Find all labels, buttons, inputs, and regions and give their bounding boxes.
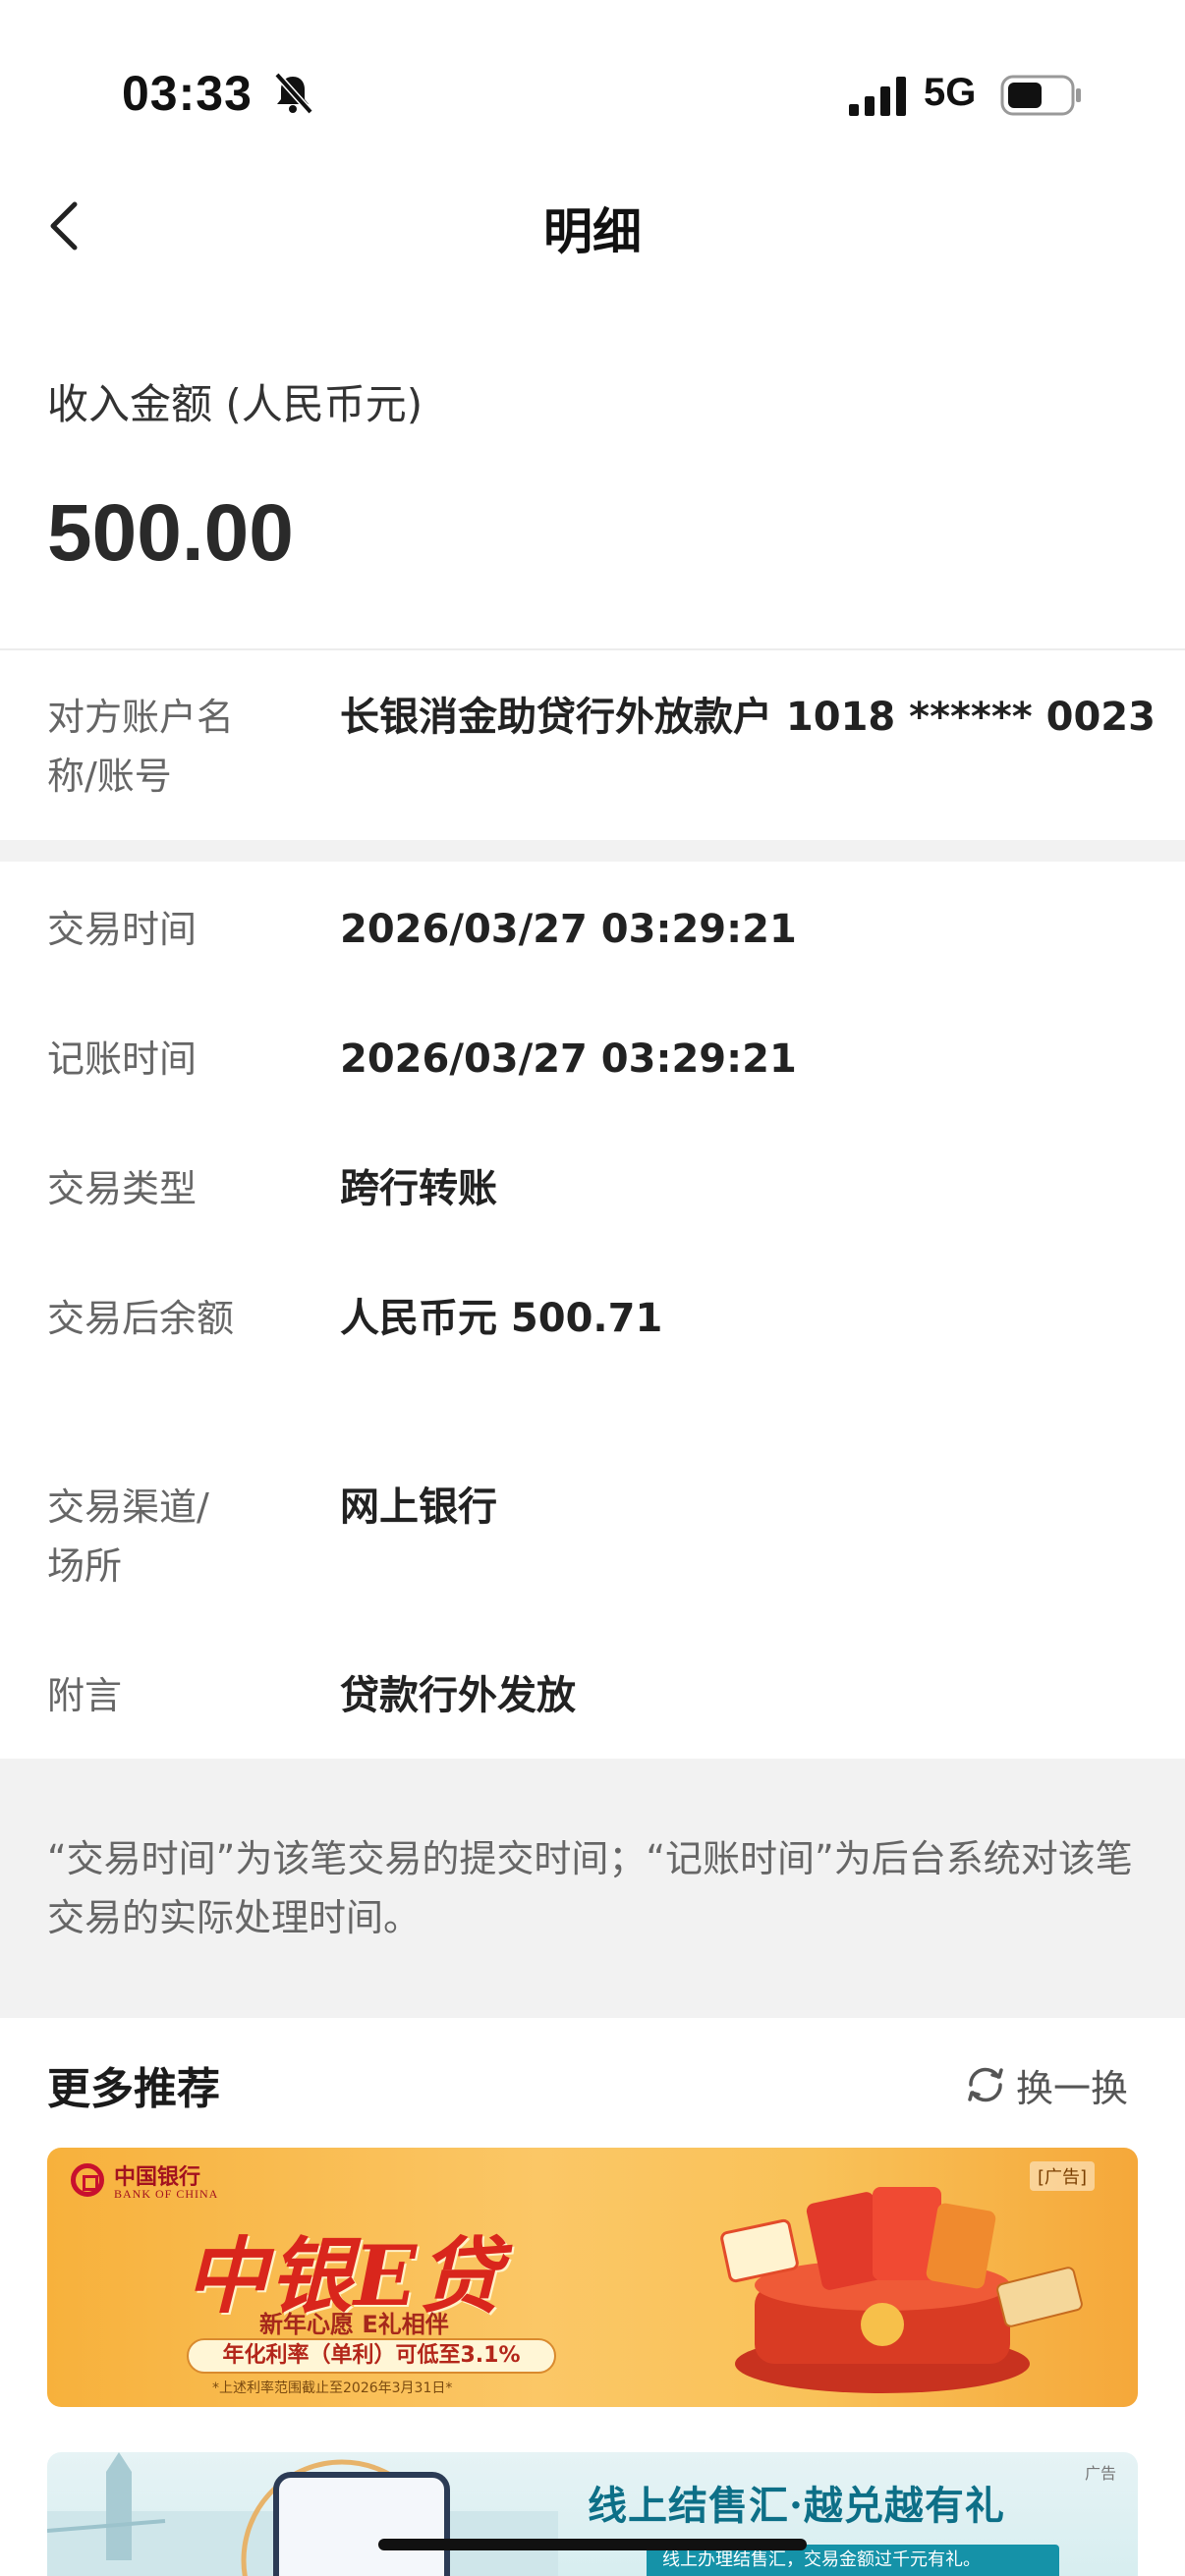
- note-text: “交易时间”为该笔交易的提交时间；“记账时间”为后台系统对该笔交易的实际处理时间…: [47, 1837, 1133, 1939]
- bank-logo-icon: [71, 2163, 104, 2197]
- detail-label: 记账时间: [47, 1037, 198, 1081]
- recommend-title: 更多推荐: [47, 2064, 220, 2114]
- amount-label: 收入金额 (人民币元): [47, 380, 423, 428]
- detail-label: 交易类型: [47, 1167, 198, 1210]
- network-label: 5G: [924, 71, 977, 114]
- detail-value: 2026/03/27 03:29:21: [340, 1036, 797, 1082]
- detail-value: 贷款行外发放: [340, 1673, 576, 1718]
- detail-label: 附言: [47, 1674, 123, 1717]
- detail-value: 网上银行: [340, 1484, 497, 1530]
- banner-title: 线上结售汇·越兑越有礼: [588, 2483, 1005, 2529]
- phone-mockup: [273, 2472, 450, 2576]
- bank-name-en: BANK OF CHINA: [114, 2187, 219, 2201]
- banner-footnote: *上述利率范围截止至2026年3月31日*: [212, 2380, 453, 2396]
- refresh-label: 换一换: [1016, 2066, 1129, 2110]
- detail-value: 2026/03/27 03:29:21: [340, 907, 797, 952]
- signal-icon: [849, 77, 906, 116]
- section-divider: [0, 840, 1185, 862]
- battery-icon: [1000, 75, 1081, 116]
- detail-value: 跨行转账: [340, 1166, 497, 1211]
- gift-box-icon: [720, 2187, 1083, 2393]
- fx-ad-banner[interactable]: 广告 线上结售汇·越兑越有礼 线上办理结售汇，交易金额过千元有礼。: [47, 2452, 1138, 2576]
- ad-tag: 广告: [1085, 2464, 1117, 2483]
- counterparty-value: 长银消金助贷行外放款户 1018 ****** 0023: [340, 695, 1156, 740]
- divider: [0, 648, 1185, 650]
- amount-value: 500.00: [47, 488, 294, 578]
- banner-subtitle: 新年心愿 E礼相伴: [259, 2311, 449, 2338]
- refresh-button[interactable]: 换一换: [963, 2055, 1128, 2114]
- bell-muted-icon: [274, 72, 313, 115]
- status-time: 03:33: [122, 66, 253, 121]
- detail-value: 人民币元 500.71: [340, 1296, 663, 1341]
- home-indicator[interactable]: [378, 2539, 807, 2550]
- rate-badge: 年化利率（单利）可低至3.1%: [187, 2338, 556, 2374]
- refresh-icon: [968, 2067, 1003, 2102]
- detail-label: 交易后余额: [47, 1297, 235, 1340]
- detail-label: 交易时间: [47, 908, 198, 951]
- counterparty-label: 对方账户名称/账号: [47, 696, 235, 798]
- loan-ad-banner[interactable]: 中国银行 BANK OF CHINA [广告] 中银E贷 新年心愿 E礼相伴 年…: [47, 2148, 1138, 2407]
- nav-bar: 明细: [0, 167, 1185, 285]
- detail-label: 交易渠道/场所: [47, 1485, 209, 1588]
- page-title: 明细: [543, 203, 642, 260]
- status-bar: 03:33 5G: [0, 0, 1185, 187]
